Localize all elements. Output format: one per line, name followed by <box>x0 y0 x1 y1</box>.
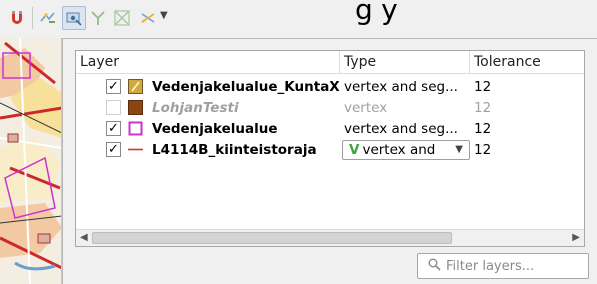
scroll-right-icon[interactable]: ▶ <box>572 232 580 243</box>
avoid-overlap-icon[interactable] <box>110 6 134 30</box>
layer-checkbox[interactable]: ✓ <box>106 142 121 157</box>
clipped-title-text: g y <box>355 0 398 26</box>
line-pattern-symbol-icon <box>128 79 143 94</box>
header-type[interactable]: Type <box>340 51 470 73</box>
layer-checkbox[interactable]: ✓ <box>106 121 121 136</box>
snap-type[interactable]: vertex and seg... <box>344 77 458 97</box>
layer-name: L4114B_kiinteistoraja <box>152 142 317 158</box>
advanced-configuration-icon[interactable] <box>62 6 86 30</box>
header-tolerance[interactable]: Tolerance <box>470 51 584 73</box>
snap-type[interactable]: vertex and seg... <box>344 119 458 139</box>
snapping-toolbar: ▼ g y <box>0 0 597 38</box>
snapping-configuration-panel: Layer Type Tolerance ✓ Vedenjakelualue_K… <box>62 38 597 284</box>
table-row[interactable]: LohjanTesti vertex 12 <box>76 98 584 118</box>
layer-snapping-table: Layer Type Tolerance ✓ Vedenjakelualue_K… <box>75 50 585 247</box>
scroll-track[interactable] <box>92 232 568 244</box>
header-layer[interactable]: Layer <box>76 51 340 73</box>
snap-to-layer-icon[interactable] <box>36 6 60 30</box>
scroll-left-icon[interactable]: ◀ <box>80 232 88 243</box>
horizontal-scrollbar[interactable]: ◀ ▶ <box>76 229 584 246</box>
snap-tolerance[interactable]: 12 <box>474 140 491 160</box>
layer-checkbox[interactable]: ✓ <box>106 79 121 94</box>
map-canvas[interactable] <box>0 38 62 284</box>
layer-name: Vedenjakelualue_KuntaX <box>152 79 340 95</box>
outline-symbol-icon <box>128 121 143 136</box>
magnet-snapping-icon[interactable] <box>5 6 29 30</box>
snap-tolerance[interactable]: 12 <box>474 119 491 139</box>
chevron-down-icon[interactable]: ▼ <box>455 141 463 159</box>
snap-type-value: vertex and <box>362 142 436 158</box>
layer-name: Vedenjakelualue <box>152 121 278 137</box>
table-row[interactable]: ✓ Vedenjakelualue_KuntaX vertex and seg.… <box>76 77 584 97</box>
table-row[interactable]: ✓ Vedenjakelualue vertex and seg... 12 <box>76 119 584 139</box>
snap-type-dropdown[interactable]: Vvertex and ▼ <box>342 140 470 160</box>
filter-layers-box[interactable] <box>417 253 589 279</box>
layer-name: LohjanTesti <box>152 100 239 116</box>
layer-checkbox[interactable] <box>106 100 121 115</box>
vertex-icon: V <box>349 142 360 158</box>
intersection-snapping-icon[interactable] <box>136 6 160 30</box>
scroll-thumb[interactable] <box>92 232 452 244</box>
snap-type[interactable]: vertex <box>344 98 387 118</box>
topological-editing-icon[interactable] <box>86 6 110 30</box>
table-row[interactable]: ✓ L4114B_kiinteistoraja Vvertex and ▼ 12 <box>76 140 584 160</box>
fill-symbol-icon <box>128 100 143 115</box>
chevron-down-icon[interactable]: ▼ <box>160 10 168 21</box>
snap-tolerance[interactable]: 12 <box>474 98 491 118</box>
line-symbol-icon <box>128 142 143 157</box>
filter-layers-input[interactable] <box>446 257 584 275</box>
snap-tolerance[interactable]: 12 <box>474 77 491 97</box>
search-icon <box>428 258 441 275</box>
